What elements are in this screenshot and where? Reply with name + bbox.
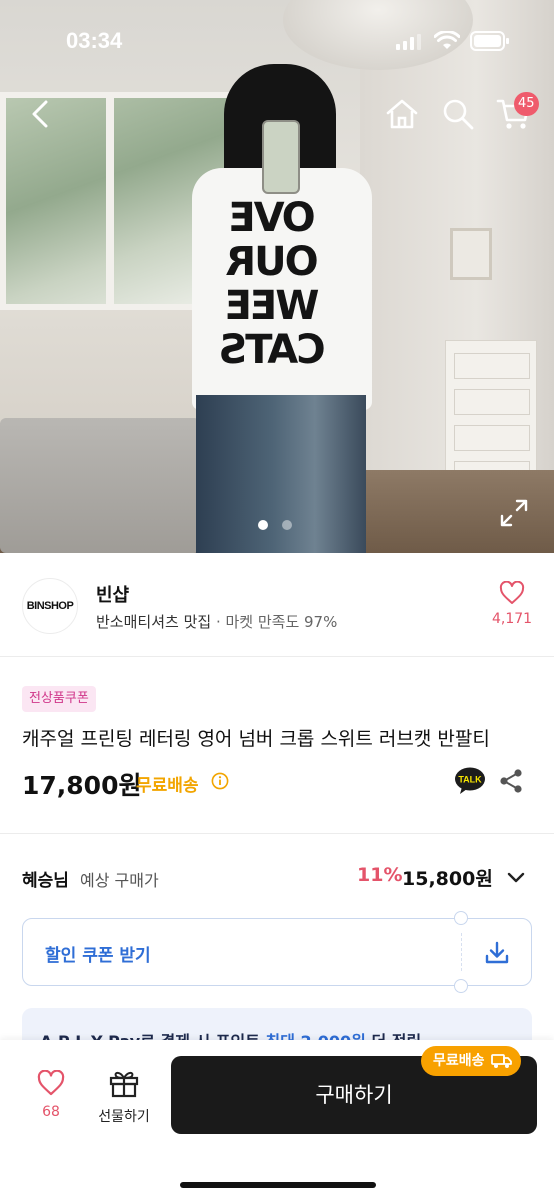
truck-icon [490, 1054, 512, 1068]
coupon-label: 할인 쿠폰 받기 [45, 946, 151, 966]
product-info: 전상품쿠폰 캐주얼 프린팅 레터링 영어 넘버 크롭 스위트 러브캣 반팔티 1… [0, 658, 554, 834]
shop-tagline: 반소매티셔츠 맛집 [96, 613, 212, 631]
wifi-icon [434, 31, 460, 49]
download-icon [485, 941, 509, 964]
carousel-dot[interactable] [282, 520, 292, 530]
shop-name[interactable]: 빈샵 [96, 581, 129, 607]
discount-percent: 11% [357, 864, 403, 886]
heart-icon [37, 1069, 65, 1096]
carousel-indicator [258, 515, 306, 534]
model-phone [262, 120, 300, 194]
sofa [0, 418, 200, 553]
back-icon[interactable] [22, 96, 58, 132]
free-shipping-badge-label: 무료배송 [433, 1053, 485, 1069]
product-price: 17,800원 [22, 771, 142, 800]
tshirt-print: OVE OUR WEE CATS [220, 195, 326, 373]
free-shipping-label: 무료배송 [136, 776, 199, 796]
carousel-dot-active[interactable] [258, 520, 268, 530]
ticket-divider [461, 933, 462, 971]
gift-icon [109, 1071, 139, 1098]
status-time: 03:34 [66, 28, 123, 53]
share-icon[interactable] [498, 768, 524, 794]
heart-icon [499, 580, 525, 604]
cart-count-badge: 45 [514, 92, 539, 116]
shop-like-button[interactable]: 4,171 [492, 580, 533, 627]
home-indicator [180, 1182, 376, 1188]
bottom-action-bar: 68 선물하기 구매하기 무료배송 [0, 1040, 554, 1200]
shop-logo-text: BINSHOP [26, 600, 74, 612]
expected-price-row[interactable]: 혜승님 예상 구매가 11% 15,800원 [0, 836, 554, 916]
expected-price-label: 예상 구매가 [80, 871, 159, 890]
shop-description: 반소매티셔츠 맛집 · 마켓 만족도 97% [96, 611, 337, 632]
wishlist-button[interactable]: 68 [30, 1069, 72, 1120]
user-name: 혜승님 [22, 871, 69, 891]
shop-like-count: 4,171 [492, 611, 533, 627]
signal-icon [396, 34, 421, 50]
status-bar: 03:34 [0, 0, 554, 80]
coupon-chip[interactable]: 전상품쿠폰 [22, 686, 96, 712]
info-icon[interactable] [211, 772, 229, 790]
wishlist-count: 68 [42, 1104, 60, 1120]
kakaotalk-icon[interactable]: TALK [454, 766, 486, 796]
shop-satisfaction: · 마켓 만족도 97% [211, 613, 338, 631]
picture-frame [450, 228, 492, 280]
coupon-download-button[interactable]: 할인 쿠폰 받기 [22, 911, 532, 993]
gift-button[interactable]: 선물하기 [92, 1068, 156, 1126]
home-icon[interactable] [384, 96, 420, 132]
shop-logo[interactable]: BINSHOP [22, 578, 78, 634]
battery-icon [470, 31, 509, 51]
product-title: 캐주얼 프린팅 레터링 영어 넘버 크롭 스위트 러브캣 반팔티 [22, 728, 490, 750]
ticket-notch [454, 911, 468, 925]
free-shipping-badge: 무료배송 [421, 1046, 521, 1076]
ticket-notch [454, 979, 468, 993]
expected-price-amount: 15,800원 [402, 868, 493, 890]
expand-icon[interactable] [498, 497, 530, 529]
product-image-carousel[interactable]: OVE OUR WEE CATS 03:34 45 [0, 0, 554, 553]
gift-label: 선물하기 [98, 1109, 150, 1125]
chevron-down-icon[interactable] [504, 866, 528, 890]
shop-info-row[interactable]: BINSHOP 빈샵 반소매티셔츠 맛집 · 마켓 만족도 97% 4,171 [0, 553, 554, 657]
talk-label: TALK [458, 775, 482, 785]
search-icon[interactable] [440, 96, 476, 132]
